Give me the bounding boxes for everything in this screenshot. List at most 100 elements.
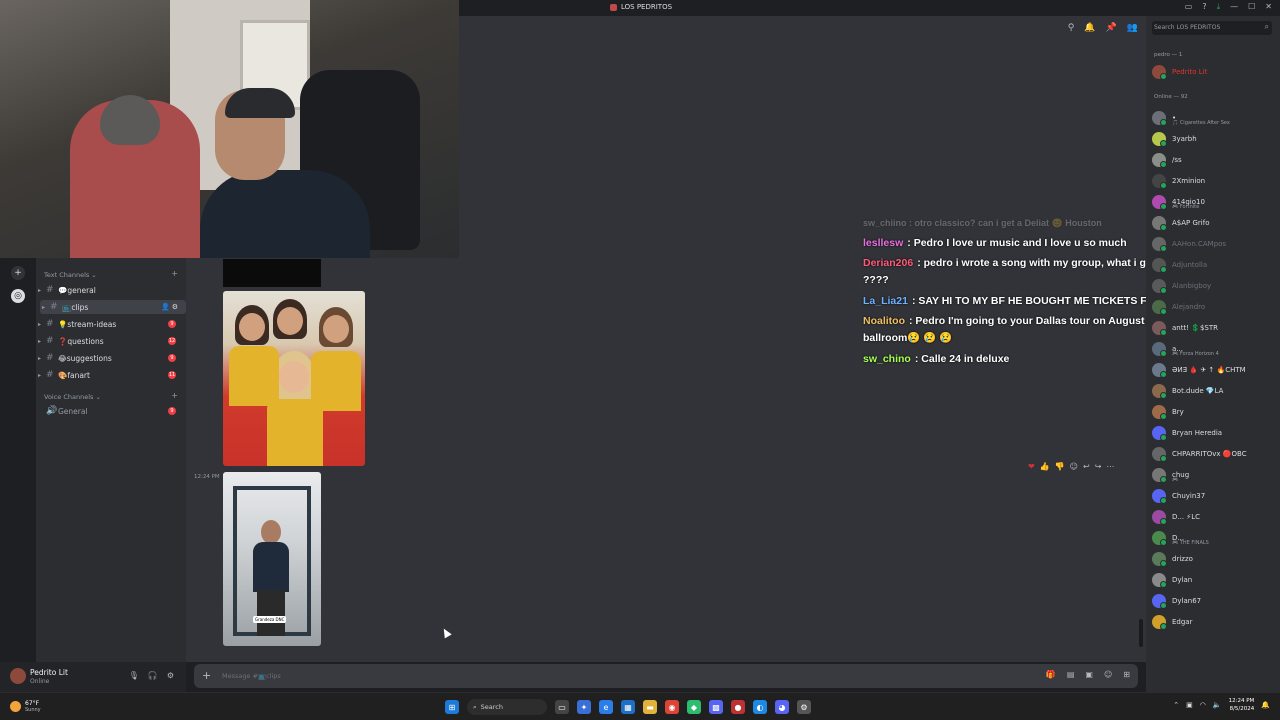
- emoji-icon[interactable]: ☺: [1104, 670, 1112, 679]
- reply-icon[interactable]: ↩: [1083, 462, 1090, 471]
- member-row[interactable]: Dylan67: [1152, 591, 1278, 611]
- text-channels-category[interactable]: Text Channels ⌄: [44, 271, 97, 279]
- message-composer[interactable]: + Message #📺clips 🎁 ▤ ▣ ☺ ⊞: [194, 664, 1138, 688]
- search-icon[interactable]: ⌕: [1265, 22, 1269, 32]
- chat-scrollbar[interactable]: [1139, 619, 1143, 647]
- chevron-up-icon[interactable]: ⌃: [1173, 701, 1179, 709]
- minimize-button[interactable]: —: [1230, 2, 1238, 12]
- member-row[interactable]: Bry: [1152, 402, 1278, 422]
- tray-app-icon[interactable]: ▣: [1186, 701, 1193, 709]
- app-icon[interactable]: ▩: [709, 700, 723, 714]
- member-row[interactable]: ƏИƎ 🩸 ✈ ↑ 🔥CHTM: [1152, 360, 1278, 380]
- pin-icon[interactable]: 📌: [1106, 23, 1117, 33]
- member-row[interactable]: a... 🎮 Forza Horizon 4: [1152, 339, 1278, 359]
- member-row[interactable]: Alanbigboy: [1152, 276, 1278, 296]
- sticker-icon[interactable]: ▣: [1085, 670, 1093, 679]
- attachment-image-man[interactable]: Grandeza DNC: [223, 472, 321, 646]
- store-icon[interactable]: ▦: [621, 700, 635, 714]
- app-icon[interactable]: ◐: [753, 700, 767, 714]
- create-text-channel-icon[interactable]: +: [171, 269, 178, 278]
- search-input[interactable]: Search LOS PEDRITOS ⌕: [1152, 21, 1272, 35]
- copilot-icon[interactable]: ✦: [577, 700, 591, 714]
- member-row[interactable]: chug 🎮: [1152, 465, 1278, 485]
- composer-placeholder[interactable]: Message #📺clips: [222, 672, 281, 680]
- channel-general[interactable]: ▸ # 💬general: [36, 283, 182, 297]
- inbox-icon[interactable]: ▭: [1185, 2, 1193, 12]
- file-explorer-icon[interactable]: ▬: [643, 700, 657, 714]
- avatar[interactable]: [10, 668, 26, 684]
- create-voice-channel-icon[interactable]: +: [171, 391, 178, 400]
- reaction-heart-icon[interactable]: ❤: [1028, 462, 1035, 471]
- task-view-icon[interactable]: ▭: [555, 700, 569, 714]
- notifications-icon[interactable]: 🔔: [1261, 701, 1270, 709]
- maximize-button[interactable]: ☐: [1248, 2, 1255, 12]
- voice-channel-general[interactable]: 🔊 General 9: [36, 404, 182, 418]
- member-row[interactable]: CHPARRITOvx 🔴OBC: [1152, 444, 1278, 464]
- download-icon[interactable]: ⤓: [1217, 2, 1221, 12]
- gift-icon[interactable]: 🎁: [1046, 670, 1056, 679]
- channel-clips[interactable]: ▸ # 📺clips 👤⚙: [40, 300, 186, 314]
- headphones-icon[interactable]: 🎧: [148, 671, 158, 680]
- settings-icon[interactable]: ⚙: [797, 700, 811, 714]
- add-reaction-icon[interactable]: ☺: [1070, 462, 1078, 471]
- voice-channels-category[interactable]: Voice Channels ⌄: [44, 393, 101, 401]
- member-row[interactable]: Alejandro: [1152, 297, 1278, 317]
- discover-icon[interactable]: ◎: [11, 289, 25, 303]
- member-row[interactable]: Chuyin37: [1152, 486, 1278, 506]
- member-row[interactable]: antt! 💲$STR: [1152, 318, 1278, 338]
- member-row[interactable]: Bryan Heredia: [1152, 423, 1278, 443]
- member-row[interactable]: Bot.dude 💎LA: [1152, 381, 1278, 401]
- members-icon[interactable]: 👥: [1127, 23, 1138, 33]
- close-button[interactable]: ✕: [1265, 2, 1272, 12]
- bell-icon[interactable]: 🔔: [1084, 23, 1095, 33]
- taskbar-search[interactable]: ⌕ Search: [467, 699, 547, 715]
- gear-icon[interactable]: ⚙: [167, 671, 174, 680]
- app-icon[interactable]: ◆: [687, 700, 701, 714]
- channel-questions[interactable]: ▸ # ❓questions 12: [36, 334, 182, 348]
- member-row[interactable]: 414gio10 🎮 Fortnite: [1152, 192, 1278, 212]
- channel-suggestions[interactable]: ▸ # 😂suggestions 9: [36, 351, 182, 365]
- channel-fanart[interactable]: ▸ # 🎨fanart 11: [36, 368, 182, 382]
- member-row[interactable]: Edgar: [1152, 612, 1278, 632]
- member-row[interactable]: Adjuntolla: [1152, 255, 1278, 275]
- attachment-image-dark[interactable]: [223, 259, 321, 287]
- channel-stream-ideas[interactable]: ▸ # 💡stream-ideas 9: [36, 317, 182, 331]
- member-name: Chuyin37: [1172, 492, 1206, 500]
- member-row[interactable]: Dylan: [1152, 570, 1278, 590]
- member-row[interactable]: A$AP Grifo: [1152, 213, 1278, 233]
- discord-icon[interactable]: ◕: [775, 700, 789, 714]
- image-caption: Grandeza DNC: [253, 616, 287, 623]
- image-detail: [277, 307, 303, 335]
- member-row[interactable]: • 🎵 Cigarettes After Sex: [1152, 108, 1278, 128]
- channel-settings-icon[interactable]: 👤⚙: [161, 303, 180, 311]
- help-icon[interactable]: ?: [1202, 2, 1206, 12]
- member-row[interactable]: D... ⚡LC: [1152, 507, 1278, 527]
- member-row[interactable]: AAHon.CAMpos: [1152, 234, 1278, 254]
- member-row[interactable]: /ss: [1152, 150, 1278, 170]
- app-icon[interactable]: ●: [731, 700, 745, 714]
- attachment-image-store[interactable]: [223, 291, 365, 466]
- more-icon[interactable]: ⋯: [1106, 462, 1114, 471]
- forward-icon[interactable]: ↪: [1095, 462, 1102, 471]
- microphone-icon[interactable]: 🎙: [129, 671, 139, 680]
- member-row[interactable]: 2Xminion: [1152, 171, 1278, 191]
- threads-icon[interactable]: ⚲: [1068, 23, 1075, 33]
- add-server-icon[interactable]: +: [11, 266, 25, 280]
- member-row[interactable]: D... 🎮 THE FINALS: [1152, 528, 1278, 548]
- edge-icon[interactable]: e: [599, 700, 613, 714]
- weather-widget[interactable]: 67°F Sunny: [10, 700, 41, 713]
- add-attachment-icon[interactable]: +: [202, 669, 211, 682]
- apps-icon[interactable]: ⊞: [1123, 670, 1130, 679]
- reaction-thumbs-down-icon[interactable]: 👎: [1055, 462, 1065, 471]
- member-row[interactable]: drizzo: [1152, 549, 1278, 569]
- member-row[interactable]: 3yarbh: [1152, 129, 1278, 149]
- reaction-thumbs-up-icon[interactable]: 👍: [1040, 462, 1050, 471]
- chrome-icon[interactable]: ◉: [665, 700, 679, 714]
- start-icon[interactable]: ⊞: [445, 700, 459, 714]
- member-owner[interactable]: Pedrito Lit: [1152, 62, 1278, 82]
- volume-icon[interactable]: 🔈: [1213, 701, 1222, 709]
- wifi-icon[interactable]: ◠: [1200, 701, 1206, 709]
- search-placeholder[interactable]: Search LOS PEDRITOS: [1154, 24, 1220, 31]
- gif-icon[interactable]: ▤: [1067, 670, 1075, 679]
- clock[interactable]: 12:24 PM 8/5/2024: [1229, 697, 1255, 713]
